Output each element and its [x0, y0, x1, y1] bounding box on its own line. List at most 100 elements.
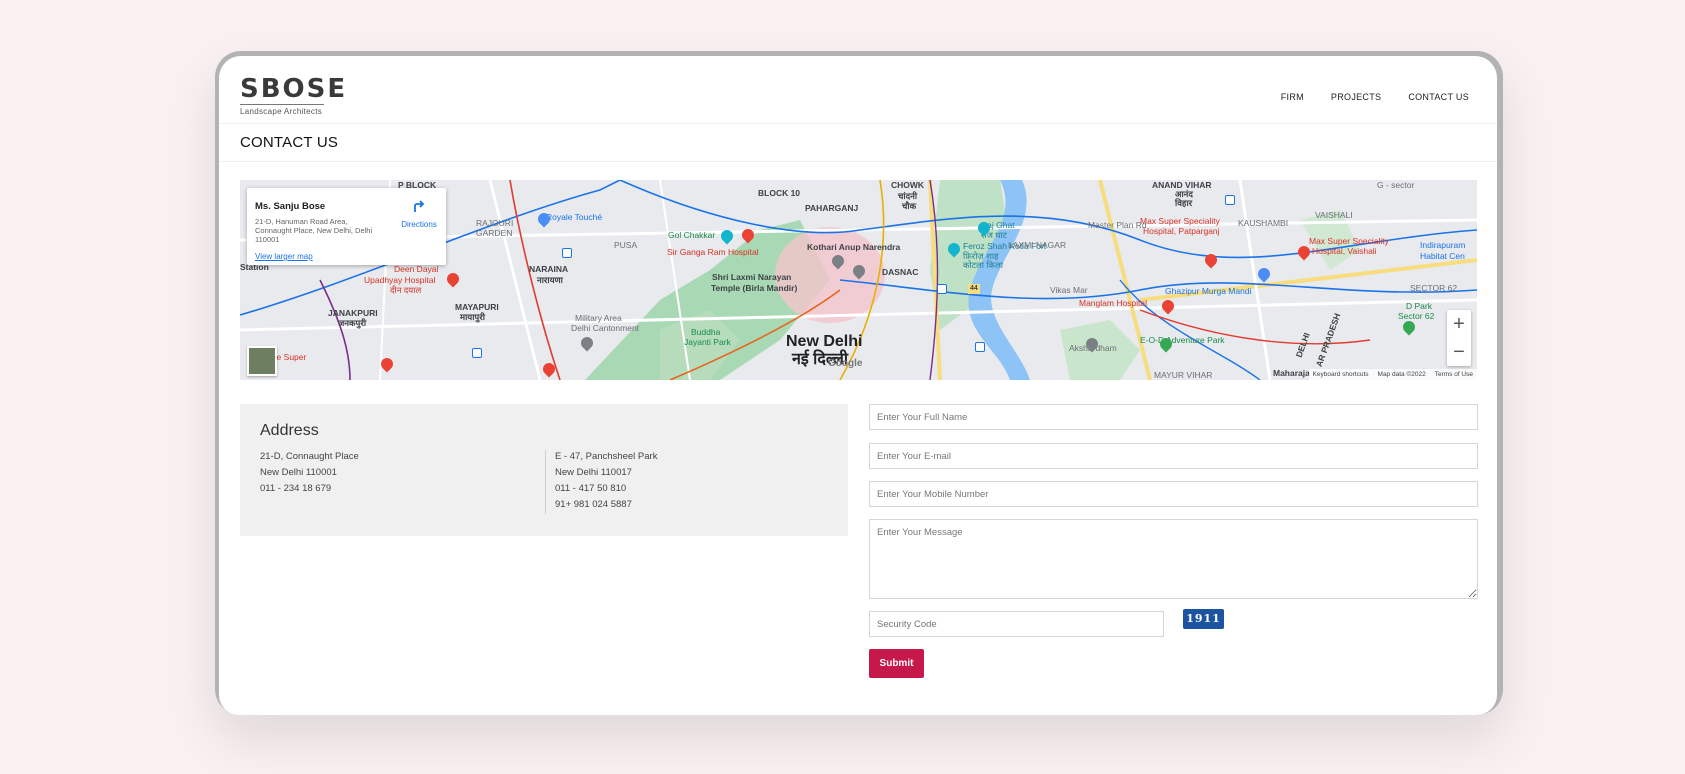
map-label: Upadhyay Hospital — [364, 275, 436, 285]
submit-button[interactable]: Submit — [869, 649, 924, 678]
map-label: Max Super Speciality — [1140, 216, 1220, 226]
map-label: MAYAPURI — [455, 302, 499, 312]
map-label: दीन दयाल — [390, 285, 422, 295]
map-label: LAXMI NAGAR — [1008, 240, 1067, 250]
metro-station-icon — [975, 342, 985, 352]
map-label: RAJOURI — [476, 218, 514, 228]
google-logo: Google — [828, 358, 863, 369]
directions-icon — [414, 200, 425, 212]
zoom-in-button[interactable]: + — [1447, 310, 1471, 338]
office-address-1: 21-D, Connaught Place New Delhi 110001 0… — [260, 449, 359, 497]
map-label: NARAINA — [529, 264, 569, 274]
security-code-input[interactable] — [869, 611, 1164, 637]
logo-divider — [240, 104, 324, 105]
place-address: 21-D, Hanuman Road Area, Connaught Place… — [255, 217, 373, 244]
map-label: VAISHALI — [1315, 210, 1353, 220]
brand-tagline: Landscape Architects — [240, 107, 323, 116]
map-label: New Delhi — [786, 333, 863, 350]
terms-of-use-link[interactable]: Terms of Use — [1435, 371, 1473, 378]
address-divider — [545, 450, 546, 514]
brand-logo[interactable]: SBOSE Landscape Architects — [240, 74, 348, 116]
map-label: नारायणा — [537, 275, 563, 285]
highway-shield: 44 — [968, 284, 980, 294]
map-label: GARDEN — [476, 228, 513, 238]
map-label: Sector 62 — [1398, 311, 1435, 321]
map-label: D Park — [1406, 301, 1432, 311]
metro-station-icon — [562, 248, 572, 258]
address-line: New Delhi 110001 — [260, 467, 337, 478]
map-label: Max Super Speciality — [1309, 236, 1389, 246]
embedded-map[interactable]: P BLOCK RAJOURI GARDEN Royale Touché PUS… — [240, 180, 1477, 380]
map-label: मायापुरी — [460, 312, 485, 322]
metro-station-icon — [1225, 195, 1235, 205]
address-line: 21-D, Connaught Place — [260, 451, 359, 462]
map-label: Shri Laxmi Narayan — [712, 272, 792, 282]
map-label: चौक — [902, 201, 917, 211]
map-label: JANAKPURI — [328, 308, 378, 318]
map-label: Hospital, Vaishali — [1312, 246, 1377, 256]
map-label: Deen Dayal — [394, 264, 439, 274]
map-place-card: Ms. Sanju Bose 21-D, Hanuman Road Area, … — [247, 188, 446, 265]
device-frame: SBOSE Landscape Architects FIRM PROJECTS… — [215, 51, 1503, 715]
keyboard-shortcuts-link[interactable]: Keyboard shortcuts — [1313, 371, 1369, 378]
map-label: DASNAC — [882, 267, 919, 277]
map-label: विहार — [1175, 198, 1193, 208]
map-label: MAYUR VIHAR — [1154, 370, 1213, 380]
address-line: E - 47, Panchsheel Park — [555, 451, 658, 462]
map-label: Maharaja — [1273, 368, 1310, 378]
map-data-credit: Map data ©2022 — [1377, 371, 1426, 378]
map-label: Master Plan Rd — [1088, 220, 1147, 230]
nav-item-projects[interactable]: PROJECTS — [1331, 92, 1381, 102]
directions-button[interactable]: Directions — [397, 199, 441, 229]
map-label: Buddha — [691, 327, 721, 337]
map-label: Royale Touché — [546, 212, 603, 222]
office-address-2: E - 47, Panchsheel Park New Delhi 110017… — [555, 449, 657, 513]
map-label: PUSA — [614, 240, 638, 250]
address-heading: Address — [260, 422, 319, 439]
full-name-input[interactable] — [869, 404, 1478, 430]
phone-number: 011 - 417 50 810 — [555, 483, 627, 494]
metro-station-icon — [937, 284, 947, 294]
directions-label: Directions — [401, 220, 437, 229]
metro-station-icon — [472, 348, 482, 358]
nav-item-firm[interactable]: FIRM — [1281, 92, 1304, 102]
map-label: Hospital, Patparganj — [1143, 226, 1220, 236]
satellite-toggle[interactable] — [247, 346, 277, 376]
mobile-number-input[interactable] — [869, 481, 1478, 507]
map-label: BLOCK 10 — [758, 188, 801, 198]
website-screen: SBOSE Landscape Architects FIRM PROJECTS… — [219, 56, 1497, 715]
map-label: Delhi Cantonment — [571, 323, 640, 333]
nav-item-contact-us[interactable]: CONTACT US — [1408, 92, 1469, 102]
map-label: G - sector — [1377, 180, 1415, 190]
map-label: SECTOR 62 — [1410, 283, 1458, 293]
site-header: SBOSE Landscape Architects FIRM PROJECTS… — [219, 56, 1497, 124]
map-label: E-O-D Adventure Park — [1140, 335, 1225, 345]
map-label: Habitat Cen — [1420, 251, 1465, 261]
map-attribution: Keyboard shortcuts Map data ©2022 Terms … — [1308, 369, 1477, 380]
map-label: Manglam Hospital — [1079, 298, 1148, 308]
map-label: Gol Chakkar — [668, 230, 716, 240]
brand-name: SBOSE — [240, 74, 348, 104]
address-line: New Delhi 110017 — [555, 467, 632, 478]
zoom-out-button[interactable]: − — [1447, 338, 1471, 366]
zoom-controls: + − — [1447, 310, 1471, 366]
map-label: KAUSHAMBI — [1238, 218, 1289, 228]
map-label: Sir Ganga Ram Hospital — [667, 247, 759, 257]
main-nav: FIRM PROJECTS CONTACT US — [1281, 92, 1469, 102]
map-label: चांदनी — [898, 191, 918, 201]
map-label: कोटला किला — [963, 260, 1004, 270]
map-label: CHOWK — [891, 180, 925, 190]
message-textarea[interactable] — [869, 519, 1478, 599]
captcha-image: 1911 — [1183, 609, 1224, 629]
page-title: CONTACT US — [240, 134, 339, 151]
title-divider — [219, 161, 1497, 162]
email-input[interactable] — [869, 443, 1478, 469]
view-larger-map-link[interactable]: View larger map — [255, 252, 313, 261]
map-label: Vikas Mar — [1050, 285, 1088, 295]
map-label: जनकपुरी — [338, 318, 367, 328]
map-label: PAHARGANJ — [805, 203, 859, 213]
phone-number: 011 - 234 18 679 — [260, 483, 332, 494]
map-label: Temple (Birla Mandir) — [711, 283, 798, 293]
map-label: Ghazipur Murga Mandi — [1165, 286, 1252, 296]
map-label: Military Area — [575, 313, 622, 323]
